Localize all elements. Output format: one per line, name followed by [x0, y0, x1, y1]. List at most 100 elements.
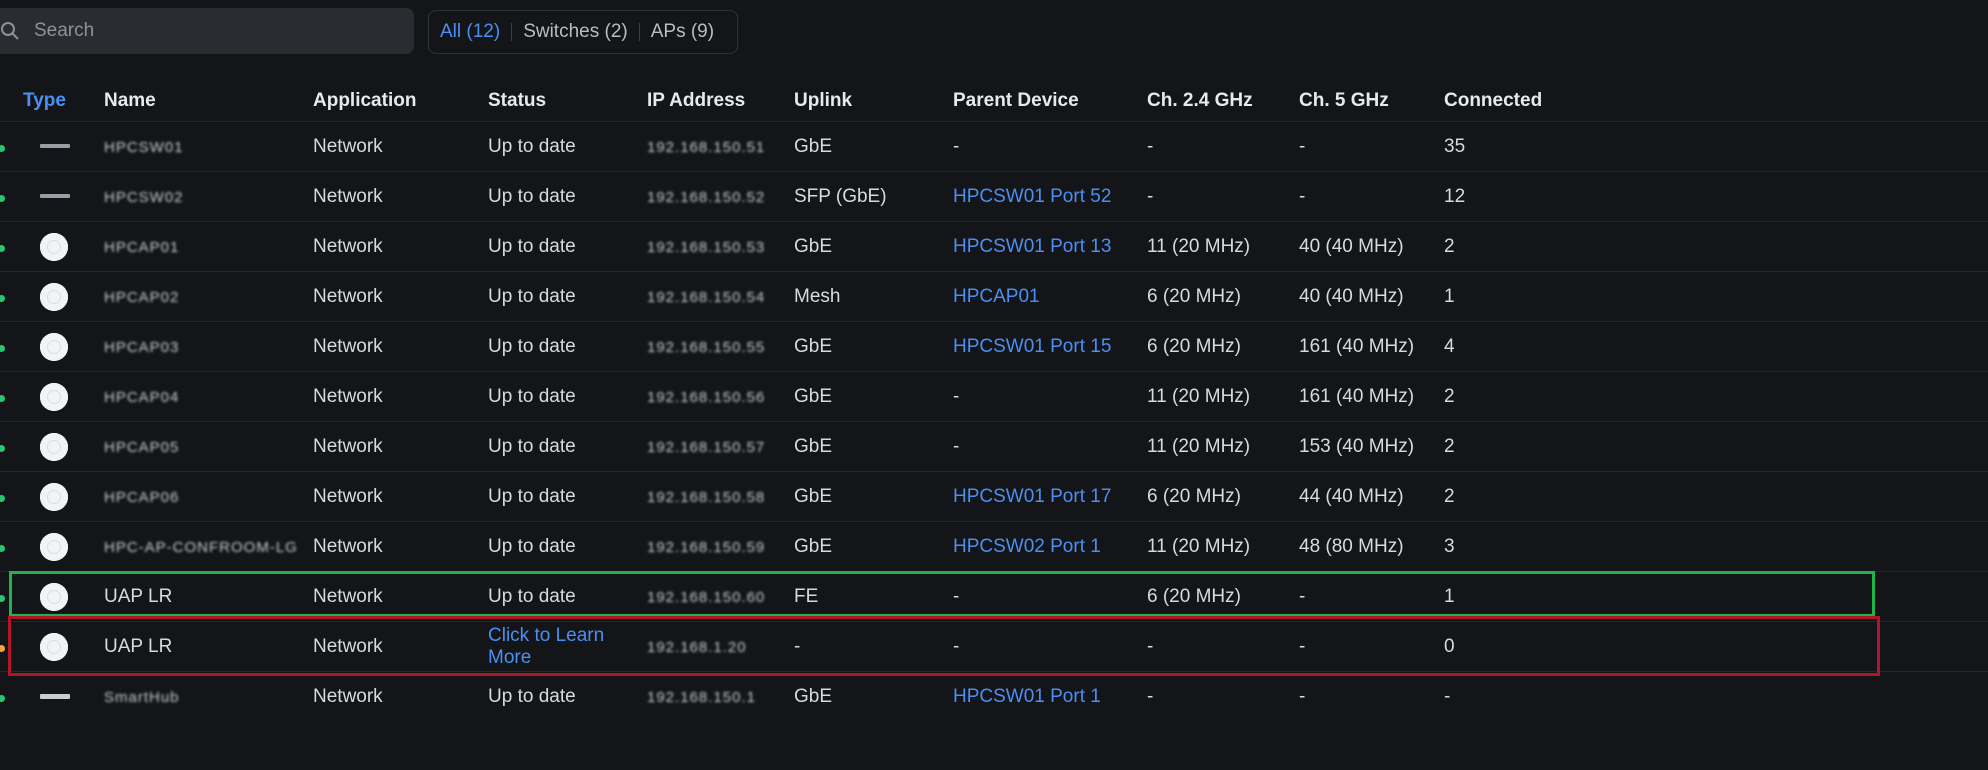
- cell-ip-address: 192.168.150.1: [647, 671, 794, 721]
- cell-uplink: GbE: [794, 321, 953, 372]
- switch-icon: [40, 194, 70, 199]
- search-input[interactable]: [32, 19, 396, 43]
- table-row[interactable]: HPCAP02 Network Up to date 192.168.150.54 Me…: [0, 271, 1988, 322]
- cell-name[interactable]: HPCAP01: [104, 221, 313, 272]
- cell-status: Up to date: [488, 371, 647, 422]
- cell-name[interactable]: HPCSW01: [104, 121, 313, 172]
- cell-ip-address: 192.168.150.56: [647, 371, 794, 422]
- cell-parent-device[interactable]: HPCSW01 Port 13: [953, 221, 1147, 272]
- cell-parent-device[interactable]: HPCSW01 Port 17: [953, 471, 1147, 522]
- cell-parent-device[interactable]: HPCSW02 Port 1: [953, 521, 1147, 572]
- cell-parent-device[interactable]: HPCAP01: [953, 271, 1147, 322]
- cell-parent-device[interactable]: HPCSW01 Port 52: [953, 171, 1147, 222]
- cell-status: Up to date: [488, 121, 647, 172]
- table-row[interactable]: HPCAP03 Network Up to date 192.168.150.55 Gb…: [0, 321, 1988, 372]
- cell-ch24: 11 (20 MHz): [1147, 421, 1299, 472]
- table-row[interactable]: HPC-AP-CONFROOM-LG Network Up to date 192.1…: [0, 521, 1988, 572]
- cell-uplink: GbE: [794, 521, 953, 572]
- cell-name[interactable]: HPCAP06: [104, 471, 313, 522]
- cell-parent-device[interactable]: HPCSW01 Port 15: [953, 321, 1147, 372]
- cell-connected: 12: [1444, 171, 1988, 222]
- column-header-name[interactable]: Name: [104, 80, 313, 122]
- table-row[interactable]: HPCAP05 Network Up to date 192.168.150.57 Gb…: [0, 421, 1988, 472]
- cell-parent-device: -: [953, 421, 1147, 472]
- cell-ch5: -: [1299, 171, 1444, 222]
- cell-type: [0, 271, 104, 322]
- access-point-icon: [40, 232, 68, 261]
- filter-aps[interactable]: APs (9): [640, 21, 725, 43]
- cell-ch24: -: [1147, 671, 1299, 721]
- cell-uplink: SFP (GbE): [794, 171, 953, 222]
- table-row[interactable]: SmartHub Network Up to date 192.168.150.1 Gb…: [0, 671, 1988, 721]
- column-header-connected[interactable]: Connected: [1444, 80, 1988, 122]
- cell-connected: 2: [1444, 421, 1988, 472]
- filter-all[interactable]: All (12): [429, 21, 511, 43]
- status-dot: [0, 444, 5, 452]
- column-header-uplink[interactable]: Uplink: [794, 80, 953, 122]
- cell-status: Up to date: [488, 321, 647, 372]
- cell-application: Network: [313, 271, 488, 322]
- cell-uplink: GbE: [794, 471, 953, 522]
- column-header-status[interactable]: Status: [488, 80, 647, 122]
- cell-connected: 3: [1444, 521, 1988, 572]
- column-header-type[interactable]: Type: [0, 80, 104, 122]
- access-point-icon: [40, 432, 68, 461]
- cell-status: Up to date: [488, 421, 647, 472]
- cell-name[interactable]: HPCAP04: [104, 371, 313, 422]
- cell-name[interactable]: HPCSW02: [104, 171, 313, 222]
- status-dot: [0, 144, 5, 152]
- cell-application: Network: [313, 121, 488, 172]
- status-dot: [0, 494, 5, 502]
- cell-ch24: 6 (20 MHz): [1147, 271, 1299, 322]
- cell-ch5: -: [1299, 121, 1444, 172]
- cell-type: [0, 171, 104, 222]
- table-header-row: Type Name Application Status IP Address …: [0, 80, 1988, 122]
- cell-parent-device[interactable]: HPCSW01 Port 1: [953, 671, 1147, 721]
- cell-status: Up to date: [488, 221, 647, 272]
- column-header-ch24[interactable]: Ch. 2.4 GHz: [1147, 80, 1299, 122]
- cell-type: [0, 221, 104, 272]
- search-box[interactable]: [0, 8, 414, 54]
- table-row[interactable]: HPCSW01 Network Up to date 192.168.150.51 Gb…: [0, 121, 1988, 172]
- column-header-application[interactable]: Application: [313, 80, 488, 122]
- cell-type: [0, 371, 104, 422]
- status-dot: [0, 694, 5, 702]
- cell-uplink: GbE: [794, 121, 953, 172]
- gateway-icon: [40, 693, 70, 699]
- cell-application: Network: [313, 471, 488, 522]
- cell-ip-address: 192.168.150.54: [647, 271, 794, 322]
- cell-name[interactable]: HPCAP05: [104, 421, 313, 472]
- cell-uplink: GbE: [794, 671, 953, 721]
- cell-application: Network: [313, 521, 488, 572]
- table-row[interactable]: HPCAP04 Network Up to date 192.168.150.56 Gb…: [0, 371, 1988, 422]
- cell-application: Network: [313, 671, 488, 721]
- cell-connected: 2: [1444, 371, 1988, 422]
- cell-name[interactable]: SmartHub: [104, 671, 313, 721]
- cell-ip-address: 192.168.150.55: [647, 321, 794, 372]
- table-row[interactable]: HPCAP01 Network Up to date 192.168.150.53 Gb…: [0, 221, 1988, 272]
- cell-name[interactable]: HPCAP03: [104, 321, 313, 372]
- table-row[interactable]: HPCAP06 Network Up to date 192.168.150.58 Gb…: [0, 471, 1988, 522]
- column-header-ip-address[interactable]: IP Address: [647, 80, 794, 122]
- status-dot: [0, 544, 5, 552]
- toolbar: All (12) Switches (2) APs (9): [0, 8, 1988, 56]
- cell-ch5: 40 (40 MHz): [1299, 271, 1444, 322]
- cell-ch24: -: [1147, 171, 1299, 222]
- cell-type: [0, 321, 104, 372]
- cell-uplink: Mesh: [794, 271, 953, 322]
- column-header-parent-device[interactable]: Parent Device: [953, 80, 1147, 122]
- cell-parent-device: -: [953, 121, 1147, 172]
- device-filter-group: All (12) Switches (2) APs (9): [428, 10, 738, 54]
- cell-ch24: -: [1147, 121, 1299, 172]
- table-row[interactable]: HPCSW02 Network Up to date 192.168.150.52 SF…: [0, 171, 1988, 222]
- cell-ch5: 153 (40 MHz): [1299, 421, 1444, 472]
- cell-name[interactable]: HPC-AP-CONFROOM-LG: [104, 521, 313, 572]
- cell-name[interactable]: HPCAP02: [104, 271, 313, 322]
- access-point-icon: [40, 382, 68, 411]
- column-header-ch5[interactable]: Ch. 5 GHz: [1299, 80, 1444, 122]
- filter-switches[interactable]: Switches (2): [512, 21, 639, 43]
- search-icon: [1, 22, 19, 40]
- cell-ch5: -: [1299, 671, 1444, 721]
- cell-application: Network: [313, 371, 488, 422]
- cell-ch5: 44 (40 MHz): [1299, 471, 1444, 522]
